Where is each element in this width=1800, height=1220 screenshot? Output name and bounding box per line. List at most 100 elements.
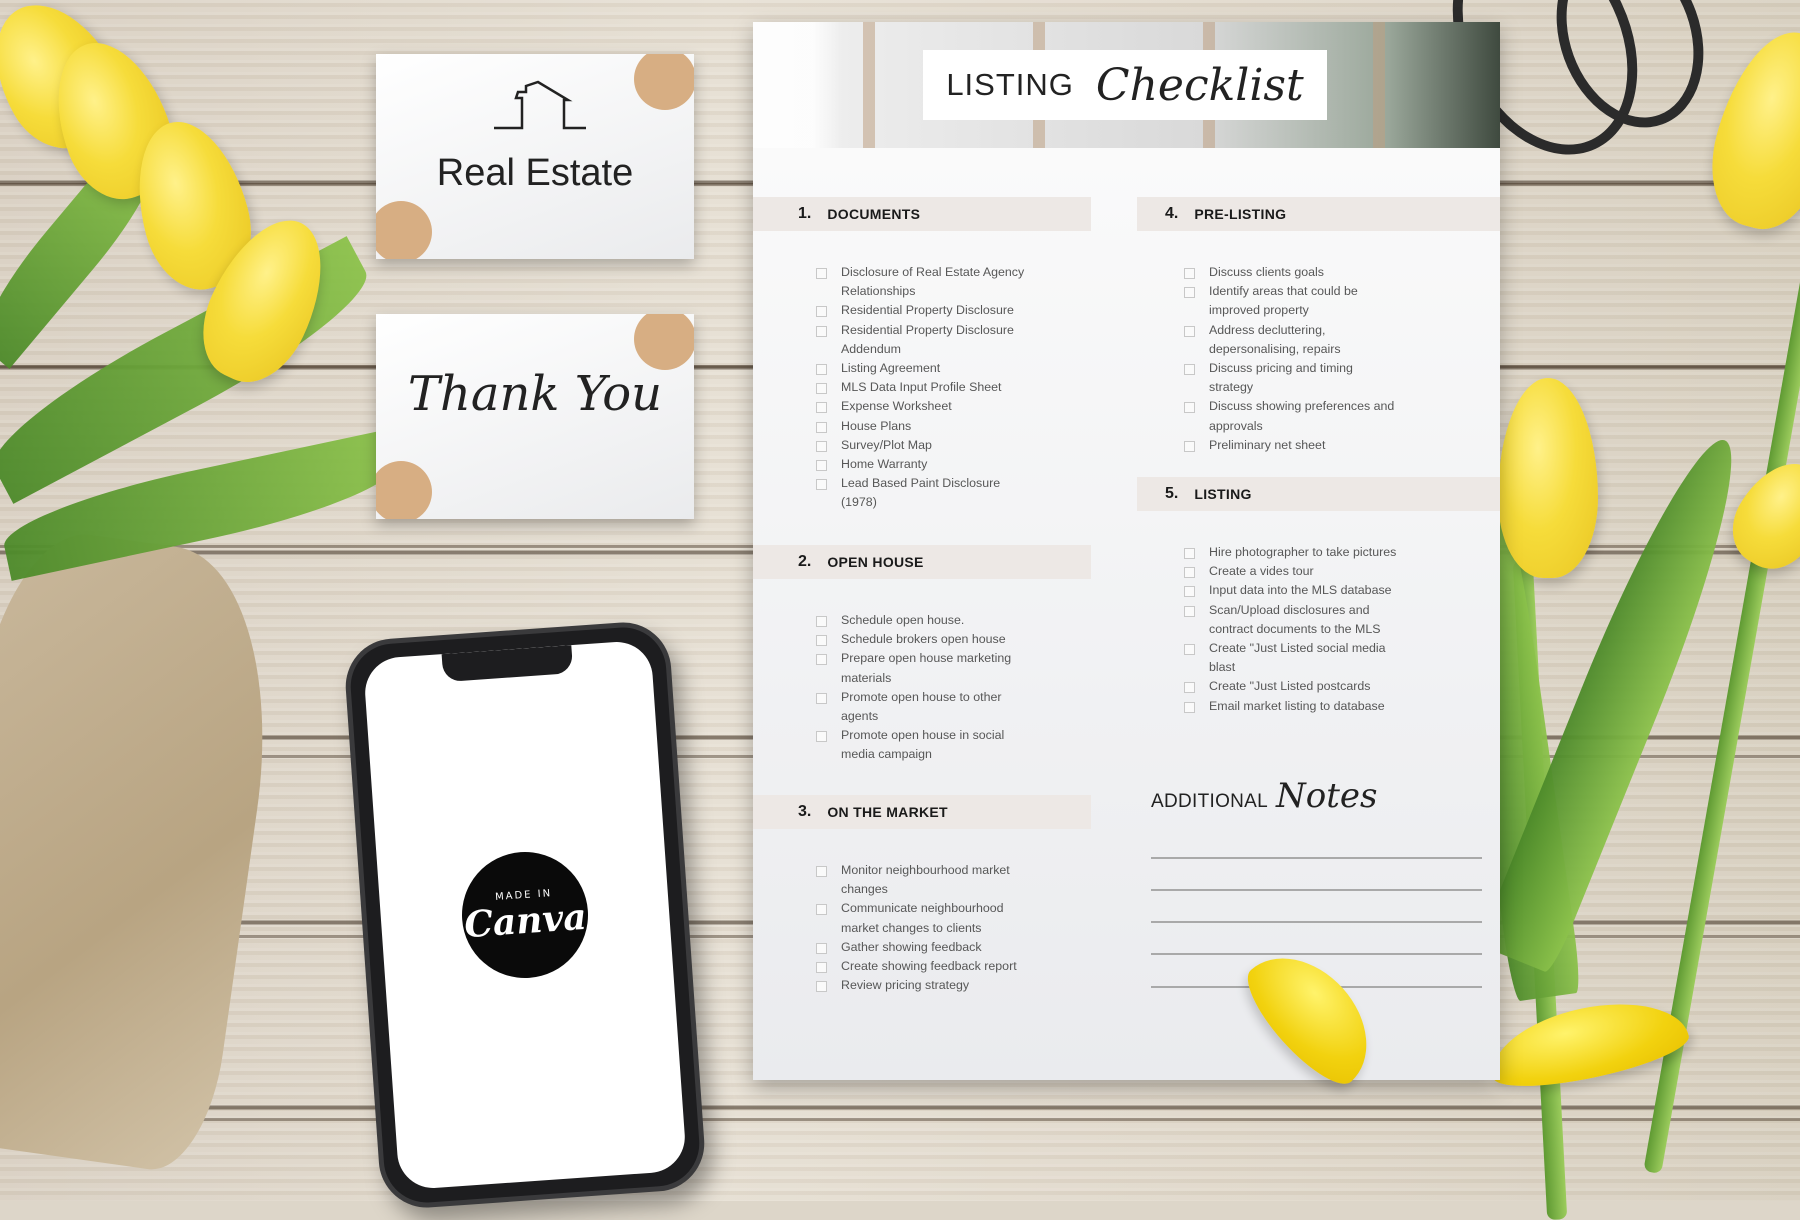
checklist-item[interactable]: Create showing feedback report xyxy=(816,957,1031,976)
checkbox[interactable] xyxy=(1184,440,1195,452)
checkbox[interactable] xyxy=(1184,701,1195,713)
checklist-item[interactable]: Residential Property Disclosure Addendum xyxy=(816,321,1031,359)
thank-you-title: Thank You xyxy=(407,366,663,422)
notes-line[interactable] xyxy=(1151,953,1482,955)
checklist-item[interactable]: Email market listing to database xyxy=(1184,697,1399,716)
section-header-pre-listing: 4. PRE-LISTING xyxy=(1137,197,1500,231)
checkbox[interactable] xyxy=(816,981,827,993)
checklist-item[interactable]: Identify areas that could be improved pr… xyxy=(1184,282,1399,320)
checklist-item[interactable]: Review pricing strategy xyxy=(816,976,1031,995)
checkbox[interactable] xyxy=(816,479,827,491)
checkbox[interactable] xyxy=(1184,605,1195,617)
section-title: ON THE MARKET xyxy=(827,804,948,820)
checkbox[interactable] xyxy=(1184,644,1195,656)
checklist-item[interactable]: Address decluttering, depersonalising, r… xyxy=(1184,321,1399,359)
checklist-item[interactable]: Discuss showing preferences and approval… xyxy=(1184,397,1399,435)
notes-line[interactable] xyxy=(1151,921,1482,923)
notes-word: ADDITIONAL xyxy=(1151,791,1269,812)
checklist-item[interactable]: Scan/Upload disclosures and contract doc… xyxy=(1184,601,1399,639)
checkbox[interactable] xyxy=(1184,287,1195,299)
made-in-canva-badge: MADE IN Canva xyxy=(457,847,593,983)
checklist-item[interactable]: Create "Just Listed postcards xyxy=(1184,677,1399,696)
checklist-item[interactable]: Discuss clients goals xyxy=(1184,263,1399,282)
checklist-item[interactable]: Input data into the MLS database xyxy=(1184,581,1399,600)
checklist-item[interactable]: Expense Worksheet xyxy=(816,397,1031,416)
section-number: 4. xyxy=(1165,205,1179,222)
section-title: LISTING xyxy=(1194,486,1252,502)
checklist-item[interactable]: Discuss pricing and timing strategy xyxy=(1184,359,1399,397)
checklist-on-the-market: Monitor neighbourhood market changes Com… xyxy=(816,861,1031,995)
checklist-item[interactable]: Lead Based Paint Disclosure (1978) xyxy=(816,474,1031,512)
checkbox[interactable] xyxy=(816,731,827,743)
section-header-on-the-market: 3. ON THE MARKET xyxy=(753,795,1091,829)
checklist-item[interactable]: Schedule open house. xyxy=(816,611,1031,630)
checklist-item[interactable]: Create "Just Listed social media blast xyxy=(1184,639,1399,677)
checklist-item[interactable]: Communicate neighbourhood market changes… xyxy=(816,899,1031,937)
checklist-item[interactable]: House Plans xyxy=(816,417,1031,436)
checkbox[interactable] xyxy=(816,866,827,877)
section-header-documents: 1. DOCUMENTS xyxy=(753,197,1091,231)
leaf-pattern-blob xyxy=(634,314,694,370)
checkbox[interactable] xyxy=(816,654,827,666)
checkbox[interactable] xyxy=(1184,402,1195,414)
badge-brand-text: Canva xyxy=(462,895,588,947)
checklist-item[interactable]: Gather showing feedback xyxy=(816,938,1031,957)
phone-notch xyxy=(441,645,574,683)
checkbox[interactable] xyxy=(1184,567,1195,579)
thank-you-card: Thank You xyxy=(376,314,694,519)
title-script: Checklist xyxy=(1095,59,1304,111)
checklist-item[interactable]: Listing Agreement xyxy=(816,359,1031,378)
checkbox[interactable] xyxy=(816,635,827,647)
checkbox[interactable] xyxy=(1184,548,1195,559)
section-number: 5. xyxy=(1165,485,1179,502)
checkbox[interactable] xyxy=(816,306,827,318)
checkbox[interactable] xyxy=(816,942,827,954)
checklist-item[interactable]: Disclosure of Real Estate Agency Relatio… xyxy=(816,263,1031,301)
checkbox[interactable] xyxy=(816,383,827,395)
checkbox[interactable] xyxy=(1184,364,1195,376)
section-header-open-house: 2. OPEN HOUSE xyxy=(753,545,1091,579)
checklist-item[interactable]: Schedule brokers open house xyxy=(816,630,1031,649)
section-title: PRE-LISTING xyxy=(1194,206,1287,222)
checklist-item[interactable]: Hire photographer to take pictures xyxy=(1184,543,1399,562)
checklist-item[interactable]: Promote open house in social media campa… xyxy=(816,726,1031,764)
checklist-title: LISTING Checklist xyxy=(923,50,1327,120)
checkbox[interactable] xyxy=(816,616,827,627)
notes-line[interactable] xyxy=(1151,889,1482,891)
checklist-item[interactable]: Preliminary net sheet xyxy=(1184,436,1399,455)
plank-seam xyxy=(0,1118,1800,1121)
checkbox[interactable] xyxy=(816,421,827,433)
notes-line[interactable] xyxy=(1151,857,1482,859)
checkbox[interactable] xyxy=(816,460,827,472)
checkbox[interactable] xyxy=(1184,268,1195,279)
header-photo: LISTING Checklist xyxy=(753,22,1500,148)
checklist-item[interactable]: Home Warranty xyxy=(816,455,1031,474)
checkbox[interactable] xyxy=(1184,325,1195,337)
additional-notes-title: ADDITIONAL Notes xyxy=(1151,779,1377,813)
checkbox[interactable] xyxy=(816,692,827,704)
section-number: 1. xyxy=(798,205,812,222)
checklist-item[interactable]: Survey/Plot Map xyxy=(816,436,1031,455)
listing-checklist-sheet: LISTING Checklist 1. DOCUMENTS Disclosur… xyxy=(753,22,1500,1080)
checkbox[interactable] xyxy=(1184,682,1195,694)
checklist-item[interactable]: Promote open house to other agents xyxy=(816,688,1031,726)
checkbox[interactable] xyxy=(1184,586,1195,598)
checkbox[interactable] xyxy=(816,268,827,279)
checkbox[interactable] xyxy=(816,325,827,337)
checklist-item[interactable]: Create a vides tour xyxy=(1184,562,1399,581)
title-word: LISTING xyxy=(946,67,1074,102)
leaf-pattern-blob xyxy=(376,461,432,519)
checklist-item[interactable]: Monitor neighbourhood market changes xyxy=(816,861,1031,899)
section-number: 3. xyxy=(798,803,812,820)
checklist-item[interactable]: MLS Data Input Profile Sheet xyxy=(816,378,1031,397)
checklist-item[interactable]: Residential Property Disclosure xyxy=(816,301,1031,320)
checklist-item[interactable]: Prepare open house marketing materials xyxy=(816,649,1031,687)
section-title: OPEN HOUSE xyxy=(827,554,924,570)
checkbox[interactable] xyxy=(816,402,827,414)
checkbox[interactable] xyxy=(816,440,827,452)
house-outline-icon xyxy=(494,80,586,130)
checkbox[interactable] xyxy=(816,364,827,376)
checkbox[interactable] xyxy=(816,962,827,974)
leaf-pattern-blob xyxy=(376,201,432,259)
checkbox[interactable] xyxy=(816,904,827,916)
